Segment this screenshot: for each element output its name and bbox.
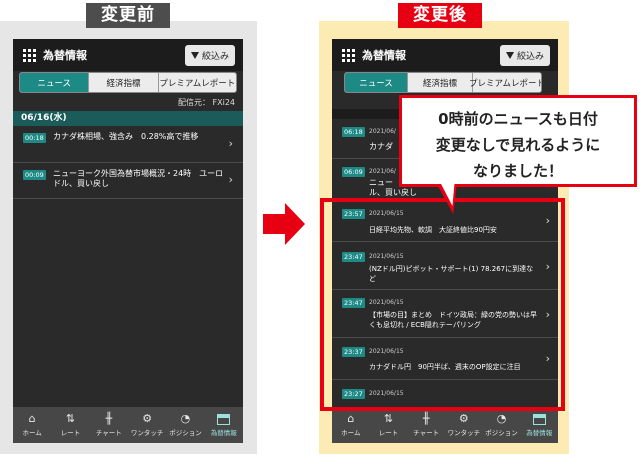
- tab-news[interactable]: ニュース: [345, 73, 409, 92]
- nav-one-touch[interactable]: ⚙ ワンタッチ: [128, 407, 166, 443]
- app-header: 為替情報 絞込み: [332, 39, 558, 71]
- list-item[interactable]: 00:18 カナダ株相場、強含み 0.28%高で推移 ›: [13, 127, 243, 163]
- one-touch-icon: ⚙: [458, 412, 469, 425]
- home-icon: ⌂: [28, 412, 36, 425]
- filter-button[interactable]: 絞込み: [184, 45, 235, 66]
- news-date: 2021/06/: [369, 168, 396, 175]
- page-title: 為替情報: [43, 49, 87, 62]
- nav-rate[interactable]: ⇅ レート: [370, 407, 408, 443]
- before-label: 変更前: [86, 3, 170, 28]
- callout-line-1: 0時前のニュースも日付: [438, 110, 598, 128]
- nav-fx-info[interactable]: 為替情報: [520, 407, 558, 443]
- chart-icon: ╫: [105, 412, 113, 425]
- time-badge: 06:09: [342, 167, 365, 177]
- filter-label: 絞込み: [201, 52, 229, 62]
- news-title: カナダ: [369, 142, 393, 151]
- callout-box: 0時前のニュースも日付 変更なしで見れるように なりました！: [399, 95, 637, 187]
- phone-before: 為替情報 絞込み ニュース 経済指標 プレミアムレポート 配信元： FXi24 …: [13, 39, 243, 443]
- tab-economic-indicators[interactable]: 経済指標: [89, 73, 159, 92]
- filter-icon: [505, 52, 514, 59]
- filter-icon: [190, 52, 199, 59]
- bottom-nav: ⌂ ホーム ⇅ レート ╫ チャート ⚙ ワンタッチ ◔ ポジション 為替情報: [13, 407, 243, 443]
- page-title: 為替情報: [362, 49, 406, 62]
- list-item[interactable]: 00:09 ニューヨーク外国為替市場概況・24時 ユーロドル、買い戻し ›: [13, 163, 243, 199]
- time-badge: 00:18: [23, 133, 46, 143]
- rate-icon: ⇅: [383, 412, 394, 425]
- chevron-right-icon: ›: [228, 173, 233, 186]
- position-icon: ◔: [180, 412, 191, 425]
- time-badge: 06:18: [342, 127, 365, 137]
- tab-bar: ニュース 経済指標 プレミアムレポート: [19, 72, 237, 93]
- news-icon: [532, 413, 546, 425]
- home-icon: ⌂: [347, 412, 355, 425]
- news-title: カナダ株相場、強含み 0.28%高で推移: [53, 132, 199, 141]
- filter-label: 絞込み: [516, 52, 544, 62]
- news-icon: [217, 413, 231, 425]
- nav-home[interactable]: ⌂ ホーム: [332, 407, 370, 443]
- rate-icon: ⇅: [65, 412, 76, 425]
- chart-icon: ╫: [422, 412, 430, 425]
- nav-position[interactable]: ◔ ポジション: [166, 407, 204, 443]
- news-title-line2: ル、買い戻し: [369, 188, 417, 197]
- tab-economic-indicators[interactable]: 経済指標: [408, 73, 473, 92]
- tab-bar: ニュース 経済指標 プレミアムレポート: [344, 72, 542, 93]
- nav-one-touch[interactable]: ⚙ ワンタッチ: [445, 407, 483, 443]
- highlight-frame: [320, 198, 565, 411]
- nav-fx-info[interactable]: 為替情報: [205, 407, 243, 443]
- chevron-right-icon: ›: [228, 137, 233, 150]
- tab-premium-report[interactable]: プレミアムレポート: [469, 73, 541, 92]
- nav-chart[interactable]: ╫ チャート: [407, 407, 445, 443]
- callout-line-2: 変更なしで見れるように: [435, 136, 601, 154]
- arrow-right-icon: [285, 203, 305, 245]
- news-title: ニュー: [369, 178, 393, 187]
- time-badge: 00:09: [23, 170, 46, 180]
- nav-home[interactable]: ⌂ ホーム: [13, 407, 51, 443]
- date-header: 06/16(水): [13, 111, 243, 126]
- nav-rate[interactable]: ⇅ レート: [51, 407, 89, 443]
- one-touch-icon: ⚙: [142, 412, 153, 425]
- bottom-nav: ⌂ ホーム ⇅ レート ╫ チャート ⚙ ワンタッチ ◔ ポジション 為替情報: [332, 407, 558, 443]
- menu-grid-icon[interactable]: [342, 49, 355, 62]
- tab-news[interactable]: ニュース: [20, 73, 90, 92]
- after-label: 変更後: [398, 3, 482, 28]
- filter-button[interactable]: 絞込み: [499, 45, 550, 66]
- callout-line-3: なりました！: [472, 162, 563, 180]
- arrow-shaft: [263, 214, 285, 234]
- tab-premium-report[interactable]: プレミアムレポート: [159, 73, 236, 92]
- provider-label: 配信元： FXi24: [177, 98, 235, 107]
- position-icon: ◔: [496, 412, 507, 425]
- nav-chart[interactable]: ╫ チャート: [90, 407, 128, 443]
- menu-grid-icon[interactable]: [23, 49, 36, 62]
- app-header: 為替情報 絞込み: [13, 39, 243, 71]
- news-date: 2021/06/: [369, 128, 396, 135]
- nav-position[interactable]: ◔ ポジション: [483, 407, 521, 443]
- news-title: ニューヨーク外国為替市場概況・24時 ユーロドル、買い戻し: [53, 169, 224, 188]
